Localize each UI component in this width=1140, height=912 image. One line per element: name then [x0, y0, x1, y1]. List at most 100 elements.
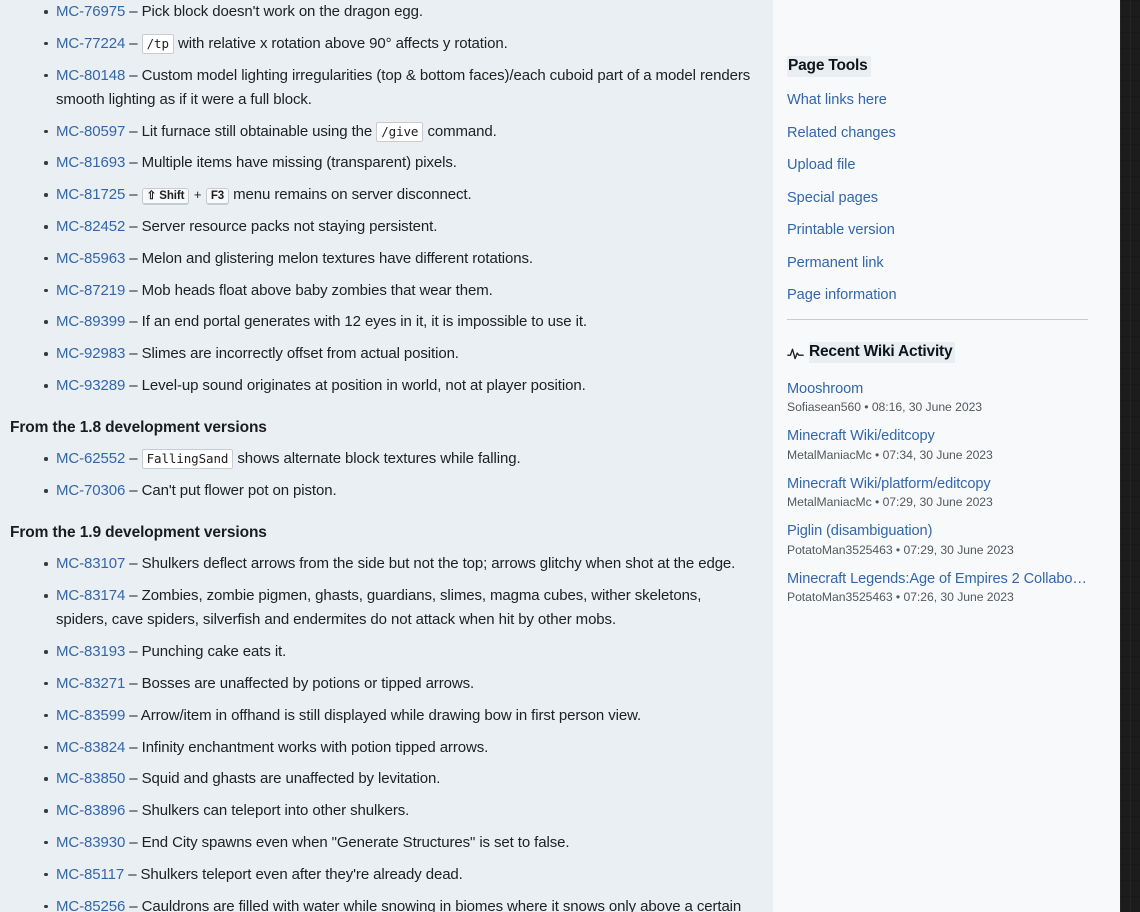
- bug-link[interactable]: MC-83930: [56, 834, 125, 851]
- page-tools-link-printable-version[interactable]: Printable version: [787, 222, 895, 238]
- page-tools-link-what-links-here[interactable]: What links here: [787, 92, 887, 108]
- separator-dash: –: [125, 643, 142, 661]
- page-tools-header: Page Tools: [787, 56, 1094, 77]
- bug-link[interactable]: MC-76975: [56, 3, 125, 20]
- page-tools-link-upload-file[interactable]: Upload file: [787, 157, 855, 173]
- bug-link[interactable]: MC-92983: [56, 345, 125, 362]
- page-tools-item: Special pages: [787, 189, 1094, 207]
- bug-description-after: shows alternate block textures while fal…: [233, 450, 521, 468]
- bug-link[interactable]: MC-85256: [56, 898, 125, 912]
- bug-link[interactable]: MC-77224: [56, 35, 125, 52]
- bug-link[interactable]: MC-85963: [56, 250, 125, 267]
- bug-description: Shulkers can teleport into other shulker…: [141, 802, 410, 820]
- page-tools-item: Related changes: [787, 124, 1094, 142]
- bug-list-1-9: MC-83107 – Shulkers deflect arrows from …: [10, 552, 751, 912]
- bug-list-item: MC-62552 – FallingSand shows alternate b…: [10, 447, 751, 471]
- recent-activity-list: Mooshroom Sofiasean560 • 08:16, 30 June 2…: [787, 381, 1094, 605]
- bug-list-item: MC-80597 – Lit furnace still obtainable …: [10, 120, 751, 144]
- page-tools-link-page-information[interactable]: Page information: [787, 287, 897, 303]
- separator-dash: –: [125, 770, 142, 788]
- bug-list-item: MC-77224 – /tp with relative x rotation …: [10, 32, 751, 56]
- recent-activity-link[interactable]: Minecraft Wiki/editcopy: [787, 428, 1087, 444]
- bug-link[interactable]: MC-83174: [56, 587, 125, 604]
- separator-dash: –: [125, 66, 142, 84]
- bug-link[interactable]: MC-80597: [56, 123, 125, 140]
- recent-activity-item: Minecraft Wiki/editcopy MetalManiacMc • 0…: [787, 428, 1094, 462]
- separator-dash: –: [125, 122, 142, 140]
- bug-link[interactable]: MC-83107: [56, 555, 125, 572]
- bug-link[interactable]: MC-81693: [56, 154, 125, 171]
- separator-dash: –: [124, 865, 141, 883]
- bug-list-item: MC-70306 – Can't put flower pot on pisto…: [10, 479, 751, 503]
- bug-description-after: command.: [423, 122, 497, 140]
- separator-dash: –: [125, 802, 142, 820]
- recent-activity-link[interactable]: Minecraft Legends:Age of Empires 2 Colla…: [787, 571, 1087, 587]
- separator-dash: –: [125, 587, 142, 605]
- bug-link[interactable]: MC-83850: [56, 770, 125, 787]
- bug-list-item: MC-80148 – Custom model lighting irregul…: [10, 64, 751, 113]
- bug-list-item: MC-83930 – End City spawns even when "Ge…: [10, 831, 751, 855]
- bug-link[interactable]: MC-87219: [56, 282, 125, 299]
- bug-link[interactable]: MC-82452: [56, 218, 125, 235]
- separator-dash: –: [125, 738, 142, 756]
- bug-link[interactable]: MC-83271: [56, 675, 125, 692]
- bug-list-item: MC-83599 – Arrow/item in offhand is stil…: [10, 704, 751, 728]
- bug-list-item: MC-76975 – Pick block doesn't work on th…: [10, 0, 751, 24]
- bug-description: If an end portal generates with 12 eyes …: [141, 313, 587, 331]
- bug-description: Punching cake eats it.: [141, 643, 287, 661]
- page-tools-link-related-changes[interactable]: Related changes: [787, 125, 896, 141]
- bug-list-item: MC-85963 – Melon and glistering melon te…: [10, 247, 751, 271]
- activity-pulse-icon: [787, 345, 804, 362]
- page-tools-link-special-pages[interactable]: Special pages: [787, 190, 878, 206]
- bug-list-item: MC-83896 – Shulkers can teleport into ot…: [10, 799, 751, 823]
- bug-link[interactable]: MC-62552: [56, 450, 125, 467]
- bug-link[interactable]: MC-93289: [56, 377, 125, 394]
- bug-link[interactable]: MC-83824: [56, 739, 125, 756]
- bug-list-item: MC-83850 – Squid and ghasts are unaffect…: [10, 767, 751, 791]
- separator-dash: –: [125, 345, 142, 363]
- bug-description-after: with relative x rotation above 90° affec…: [173, 34, 508, 52]
- article-content: MC-76975 – Pick block doesn't work on th…: [0, 0, 773, 912]
- bug-list-item: MC-83271 – Bosses are unaffected by poti…: [10, 672, 751, 696]
- bug-link[interactable]: MC-83193: [56, 643, 125, 660]
- bug-description: End City spawns even when "Generate Stru…: [141, 833, 570, 851]
- right-sidebar: Page Tools What links here Related change…: [773, 0, 1120, 912]
- keyboard-key: F3: [205, 188, 230, 206]
- separator-dash: –: [125, 706, 141, 724]
- bug-link[interactable]: MC-81725: [56, 186, 125, 203]
- bug-list-item: MC-81725 – ⇧ Shift + F3 menu remains on …: [10, 183, 751, 207]
- recent-activity-item: Minecraft Legends:Age of Empires 2 Colla…: [787, 571, 1094, 605]
- recent-activity-meta: PotatoMan3525463 • 07:29, 30 June 2023: [787, 542, 1014, 557]
- bug-description: Infinity enchantment works with potion t…: [141, 738, 489, 756]
- page-tools-link-permanent-link[interactable]: Permanent link: [787, 255, 884, 271]
- bug-list-top: MC-76975 – Pick block doesn't work on th…: [10, 0, 751, 398]
- wiki-page: MC-76975 – Pick block doesn't work on th…: [0, 0, 1140, 912]
- inline-code: FallingSand: [141, 449, 234, 470]
- recent-activity-link[interactable]: Mooshroom: [787, 381, 1087, 397]
- page-tools-item: Page information: [787, 286, 1094, 304]
- bug-link[interactable]: MC-83896: [56, 802, 125, 819]
- bug-list-item: MC-85256 – Cauldrons are filled with wat…: [10, 895, 751, 912]
- bug-link[interactable]: MC-80148: [56, 67, 125, 84]
- bug-link[interactable]: MC-83599: [56, 707, 125, 724]
- separator-dash: –: [125, 186, 142, 204]
- separator-dash: –: [125, 674, 142, 692]
- separator-dash: –: [125, 249, 142, 267]
- page-tools-title: Page Tools: [787, 56, 871, 77]
- bug-description: Zombies, zombie pigmen, ghasts, guardian…: [56, 587, 702, 629]
- bug-list-item: MC-82452 – Server resource packs not sta…: [10, 215, 751, 239]
- inline-code: /tp: [141, 33, 174, 54]
- inline-code: /give: [376, 121, 424, 142]
- separator-dash: –: [125, 450, 142, 468]
- separator-dash: –: [125, 833, 142, 851]
- recent-activity-item: Piglin (disambiguation) PotatoMan3525463 …: [787, 523, 1094, 557]
- bug-list-item: MC-81693 – Multiple items have missing (…: [10, 151, 751, 175]
- recent-activity-link[interactable]: Minecraft Wiki/platform/editcopy: [787, 476, 1087, 492]
- bug-list-item: MC-83107 – Shulkers deflect arrows from …: [10, 552, 751, 576]
- bug-link[interactable]: MC-85117: [56, 866, 124, 883]
- recent-activity-link[interactable]: Piglin (disambiguation): [787, 523, 1087, 539]
- bug-link[interactable]: MC-89399: [56, 313, 125, 330]
- bug-link[interactable]: MC-70306: [56, 482, 125, 499]
- bug-description-after: menu remains on server disconnect.: [229, 186, 472, 204]
- bug-description: Shulkers deflect arrows from the side bu…: [141, 555, 736, 573]
